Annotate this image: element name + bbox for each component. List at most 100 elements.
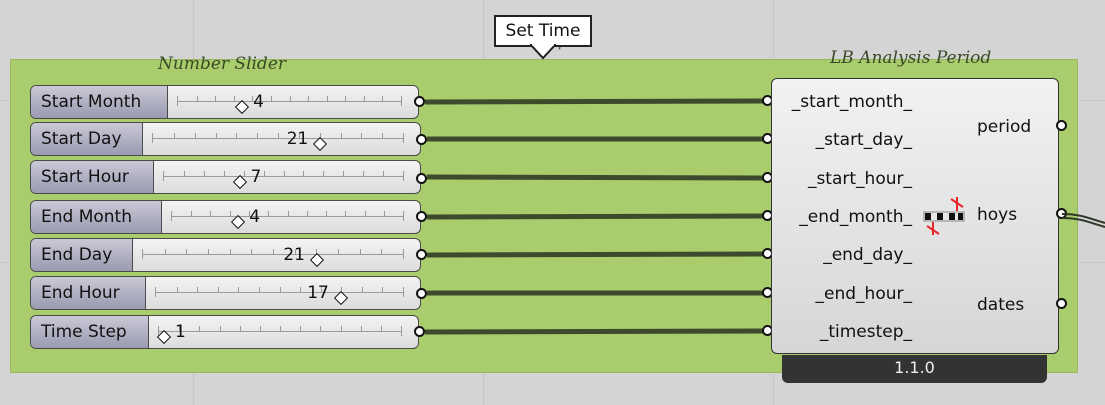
slider-tick [176, 287, 178, 293]
slider-tick [382, 133, 384, 139]
slider-output-port[interactable] [414, 326, 425, 337]
slider-tick [381, 249, 383, 255]
slider-track[interactable] [171, 211, 404, 221]
slider-value: 21 [283, 245, 305, 265]
slider-tick [270, 96, 272, 102]
slider-tick [259, 326, 261, 332]
slider-start-hour[interactable]: Start Hour 7 [30, 160, 421, 194]
slider-tick [191, 211, 193, 217]
slider-tick [233, 96, 235, 102]
slider-track[interactable] [152, 133, 404, 143]
slider-value: 1 [175, 322, 186, 342]
slider-output-port[interactable] [416, 134, 427, 145]
wire-start-hour[interactable] [426, 174, 764, 181]
wire-end-day[interactable] [426, 251, 764, 258]
slider-tick [345, 96, 347, 102]
slider-tick [196, 96, 198, 102]
output-port-period[interactable] [1056, 120, 1067, 131]
slider-tick [215, 96, 217, 102]
input-start-hour[interactable]: _start_hour_ [808, 169, 912, 189]
slider-tick [343, 171, 345, 177]
slider-tick [359, 249, 361, 255]
slider-tick [345, 211, 347, 217]
slider-tick [303, 171, 305, 177]
wire-time-step[interactable] [424, 328, 764, 335]
slider-tick [164, 249, 166, 255]
wire-start-month[interactable] [424, 98, 764, 105]
slider-tick [263, 171, 265, 177]
slider-tick [219, 326, 221, 332]
slider-output-port[interactable] [416, 249, 427, 260]
slider-value: 21 [286, 129, 309, 149]
slider-tick [326, 96, 328, 102]
slider-tick [236, 133, 238, 139]
slider-tick [287, 211, 289, 217]
slider-output-port[interactable] [416, 288, 427, 299]
slider-name-label: End Hour [31, 277, 146, 309]
slider-tick [383, 171, 385, 177]
slider-tick [183, 171, 185, 177]
slider-tick [210, 211, 212, 217]
slider-tick [361, 287, 363, 293]
slider-tick [229, 249, 231, 255]
input-timestep[interactable]: _timestep_ [820, 322, 912, 342]
lb-analysis-period-component[interactable]: _start_month_ _start_day_ _start_hour_ _… [771, 78, 1059, 354]
component-version-badge: 1.1.0 [782, 355, 1047, 383]
slider-time-step[interactable]: Time Step 1 [30, 315, 419, 349]
wire-end-month[interactable] [426, 213, 764, 220]
slider-start-month[interactable]: Start Month 4 [30, 85, 419, 119]
slider-tick [383, 211, 385, 217]
slider-value: 4 [249, 207, 261, 227]
slider-track[interactable] [163, 171, 404, 181]
slider-end-hour[interactable]: End Hour 17 [30, 276, 421, 310]
input-end-day[interactable]: _end_day_ [823, 245, 912, 265]
slider-tick [215, 133, 217, 139]
output-period[interactable]: period [977, 117, 1031, 137]
slider-tick [203, 171, 205, 177]
slider-track[interactable] [177, 96, 402, 106]
slider-name-label: End Day [31, 239, 133, 271]
slider-tick [380, 326, 382, 332]
slider-value: 17 [307, 283, 329, 303]
slider-tick [258, 287, 260, 293]
slider-tick [273, 249, 274, 255]
slider-tick [323, 171, 325, 177]
slider-tick [300, 287, 302, 293]
slider-tick [325, 211, 327, 217]
input-end-hour[interactable]: _end_hour_ [816, 284, 912, 304]
slider-tick [251, 249, 253, 255]
slider-tick [239, 326, 241, 332]
ladybug-analysis-period-icon [923, 197, 965, 235]
slider-tick [279, 287, 281, 293]
tooltip-tail [530, 44, 556, 60]
slider-name-label: Time Step [31, 316, 149, 348]
output-port-dates[interactable] [1056, 298, 1067, 309]
input-start-month[interactable]: _start_month_ [792, 92, 912, 112]
slider-track[interactable] [158, 326, 402, 336]
slider-output-port[interactable] [414, 96, 425, 107]
slider-tick [340, 133, 342, 139]
slider-tick [268, 211, 270, 217]
slider-start-day[interactable]: Start Day 21 [30, 122, 421, 156]
slider-tick [278, 133, 279, 139]
output-hoys[interactable]: hoys [977, 205, 1017, 225]
slider-output-port[interactable] [416, 211, 427, 222]
slider-end-day[interactable]: End Day 21 [30, 238, 421, 272]
slider-tick [364, 211, 366, 217]
slider-track[interactable] [142, 249, 404, 259]
output-dates[interactable]: dates [977, 295, 1024, 315]
slider-tick [306, 211, 308, 217]
slider-name-label: End Month [31, 201, 162, 233]
slider-tick [223, 171, 225, 177]
slider-output-port[interactable] [416, 173, 427, 184]
slider-track[interactable] [155, 287, 404, 297]
slider-tick [340, 326, 342, 332]
set-time-tooltip: Set Time [494, 15, 592, 47]
input-end-month[interactable]: _end_month_ [799, 207, 912, 227]
slider-name-label: Start Month [31, 86, 168, 118]
slider-tick [300, 326, 302, 332]
slider-end-month[interactable]: End Month 4 [30, 200, 421, 234]
slider-tick [289, 96, 291, 102]
slider-tick [308, 96, 310, 102]
input-start-day[interactable]: _start_day_ [816, 130, 912, 150]
